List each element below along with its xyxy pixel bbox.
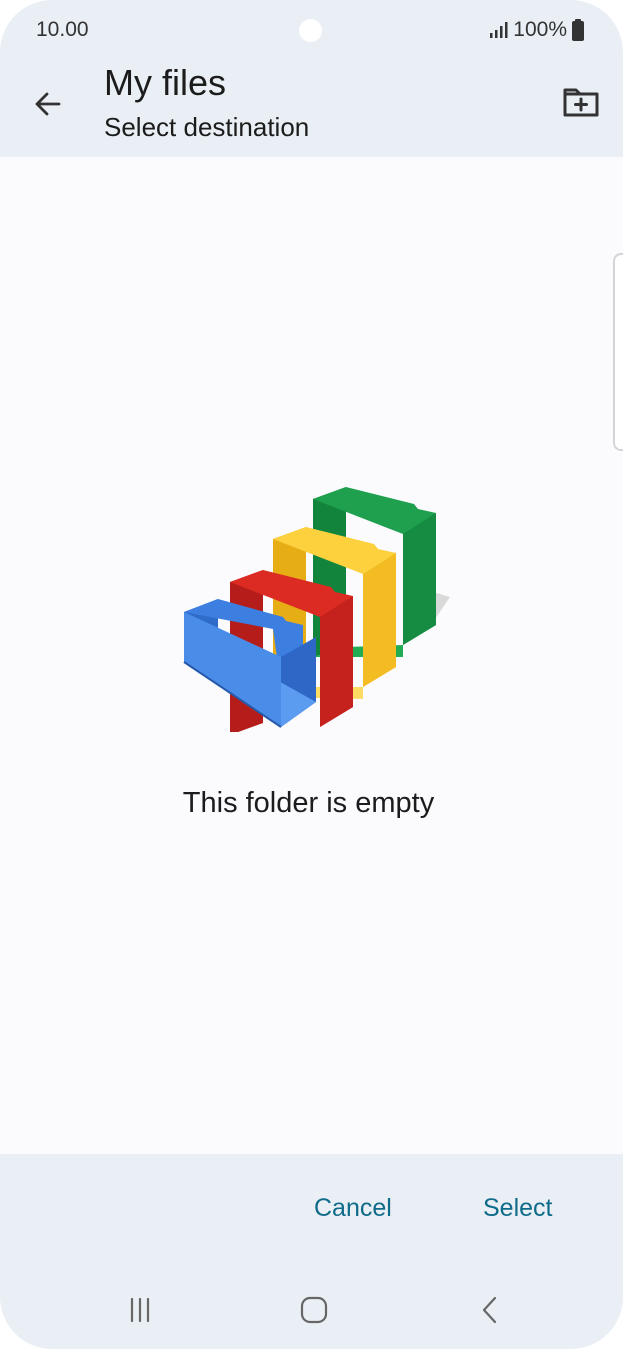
battery-icon xyxy=(572,19,584,41)
back-icon xyxy=(482,1296,497,1324)
app-bar: My files Select destination xyxy=(0,50,623,157)
recents-icon xyxy=(130,1297,150,1323)
cancel-button[interactable]: Cancel xyxy=(314,1194,392,1223)
phone-screen: 10.00 100% My files Select destination T… xyxy=(0,0,623,1349)
back-arrow-icon xyxy=(35,92,61,116)
nav-back-button[interactable] xyxy=(470,1292,510,1328)
page-subtitle: Select destination xyxy=(104,112,310,142)
camera-cutout xyxy=(299,19,322,42)
file-list-area[interactable]: This folder is empty xyxy=(0,157,623,1154)
home-icon xyxy=(300,1296,328,1324)
select-button[interactable]: Select xyxy=(483,1194,552,1223)
status-time: 10.00 xyxy=(36,18,89,41)
status-indicators: 100% xyxy=(489,18,585,42)
recents-button[interactable] xyxy=(120,1292,160,1328)
system-navigation-bar xyxy=(0,1270,623,1349)
home-button[interactable] xyxy=(294,1292,334,1328)
page-title: My files xyxy=(104,62,227,103)
new-folder-button[interactable] xyxy=(557,78,605,126)
empty-folders-illustration xyxy=(183,487,450,732)
signal-icon xyxy=(490,22,508,38)
scrollbar[interactable] xyxy=(613,253,623,451)
battery-level: 100% xyxy=(513,18,567,41)
empty-folder-message: This folder is empty xyxy=(182,787,435,819)
back-button[interactable] xyxy=(24,80,72,128)
bottom-action-bar: Cancel Select xyxy=(0,1154,623,1264)
new-folder-icon xyxy=(563,88,599,117)
